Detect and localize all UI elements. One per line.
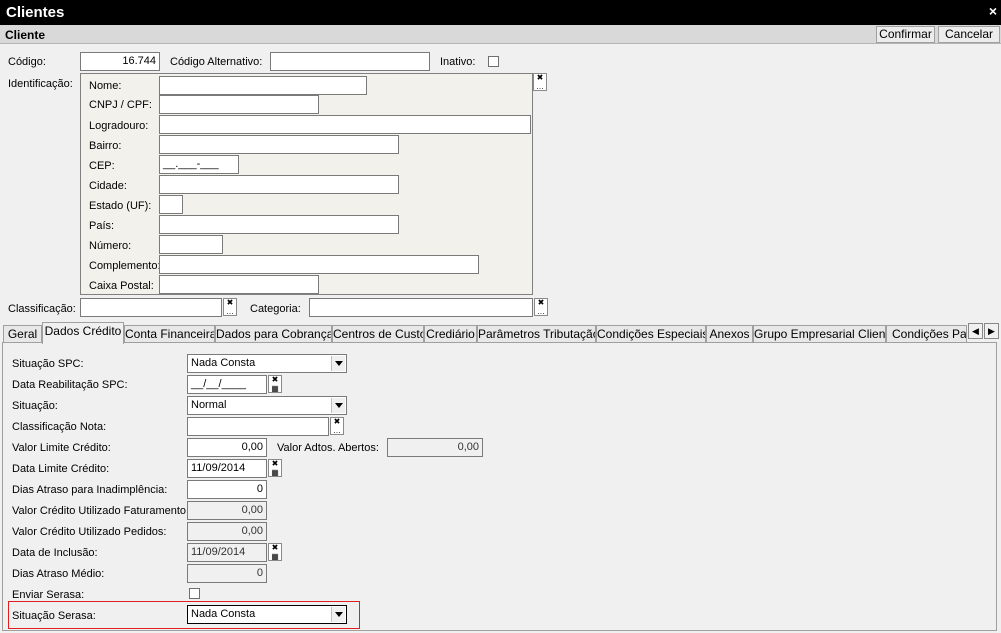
cidade-label: Cidade: bbox=[89, 180, 127, 192]
complemento-field[interactable] bbox=[159, 255, 479, 274]
pais-label: País: bbox=[89, 220, 115, 232]
tab-anexos[interactable]: Anexos bbox=[706, 325, 753, 343]
valor-limite-field[interactable]: 0,00 bbox=[187, 438, 267, 457]
situacao-spc-label: Situação SPC: bbox=[12, 358, 84, 370]
data-inclusao-field: 11/09/2014 bbox=[187, 543, 267, 562]
nome-label: Nome: bbox=[89, 80, 122, 92]
dias-atraso-medio-label: Dias Atraso Médio: bbox=[12, 568, 105, 580]
cidade-field[interactable] bbox=[159, 175, 399, 194]
valor-ped-label: Valor Crédito Utilizado Pedidos: bbox=[12, 526, 167, 538]
inativo-label: Inativo: bbox=[440, 56, 476, 68]
chevron-down-icon[interactable] bbox=[331, 607, 345, 622]
complemento-label: Complemento: bbox=[89, 260, 161, 272]
tab-strip: Geral Dados Crédito Conta Financeira Dad… bbox=[0, 322, 1001, 344]
cep-label: CEP: bbox=[89, 160, 115, 172]
bairro-field[interactable] bbox=[159, 135, 399, 154]
situacao-spc-value: Nada Consta bbox=[191, 357, 256, 369]
numero-field[interactable] bbox=[159, 235, 223, 254]
estado-field[interactable] bbox=[159, 195, 183, 214]
data-inclusao-label: Data de Inclusão: bbox=[12, 547, 98, 559]
categoria-field[interactable] bbox=[309, 298, 533, 317]
form-title: Cliente bbox=[5, 28, 46, 42]
estado-label: Estado (UF): bbox=[89, 200, 152, 212]
tab-condicoes-parc[interactable]: Condições Parc bbox=[886, 325, 967, 343]
tab-crediario[interactable]: Crediário bbox=[424, 325, 477, 343]
situacao-value: Normal bbox=[191, 399, 227, 411]
classificacao-field[interactable] bbox=[80, 298, 222, 317]
caixa-postal-label: Caixa Postal: bbox=[89, 280, 154, 292]
cancel-button[interactable]: Cancelar bbox=[938, 26, 1000, 43]
tab-dados-cobranca[interactable]: Dados para Cobrança bbox=[215, 325, 332, 343]
close-icon[interactable]: × bbox=[989, 3, 997, 19]
tab-geral[interactable]: Geral bbox=[3, 325, 42, 343]
window-title: Clientes bbox=[6, 4, 65, 21]
tab-scroll-right-icon[interactable]: ▶ bbox=[984, 323, 999, 339]
chevron-down-icon[interactable] bbox=[331, 356, 345, 371]
valor-limite-label: Valor Limite Crédito: bbox=[12, 442, 111, 454]
situacao-label: Situação: bbox=[12, 400, 58, 412]
class-nota-label: Classificação Nota: bbox=[12, 421, 107, 433]
tab-grupo-empresarial[interactable]: Grupo Empresarial Cliente bbox=[753, 325, 886, 343]
categoria-lookup-button[interactable]: ✖… bbox=[534, 298, 548, 316]
valor-adtos-label: Valor Adtos. Abertos: bbox=[277, 442, 379, 454]
data-limite-field[interactable]: 11/09/2014 bbox=[187, 459, 267, 478]
tab-conta-financeira[interactable]: Conta Financeira bbox=[124, 325, 215, 343]
cnpj-field[interactable] bbox=[159, 95, 319, 114]
data-reab-label: Data Reabilitação SPC: bbox=[12, 379, 128, 391]
codigo-alt-field[interactable] bbox=[270, 52, 430, 71]
numero-label: Número: bbox=[89, 240, 132, 252]
class-nota-lookup-button[interactable]: ✖… bbox=[330, 417, 344, 435]
enviar-serasa-checkbox[interactable] bbox=[189, 588, 200, 599]
form-header: Cliente Confirmar Cancelar bbox=[0, 25, 1001, 44]
enviar-serasa-label: Enviar Serasa: bbox=[12, 589, 85, 601]
nome-field[interactable] bbox=[159, 76, 367, 95]
valor-ped-field: 0,00 bbox=[187, 522, 267, 541]
logradouro-label: Logradouro: bbox=[89, 120, 149, 132]
valor-adtos-field: 0,00 bbox=[387, 438, 483, 457]
chevron-down-icon[interactable] bbox=[331, 398, 345, 413]
tab-dados-credito[interactable]: Dados Crédito bbox=[42, 322, 124, 344]
classificacao-lookup-button[interactable]: ✖… bbox=[223, 298, 237, 316]
calendar-icon[interactable]: ✖ ▦ bbox=[268, 375, 282, 393]
data-limite-label: Data Limite Crédito: bbox=[12, 463, 110, 475]
identificacao-label: Identificação: bbox=[8, 78, 73, 90]
caixa-postal-field[interactable] bbox=[159, 275, 319, 294]
situacao-select[interactable]: Normal bbox=[187, 396, 347, 415]
calendar-icon[interactable]: ✖ ▦ bbox=[268, 459, 282, 477]
situacao-serasa-select[interactable]: Nada Consta bbox=[187, 605, 347, 624]
classificacao-label: Classificação: bbox=[8, 303, 76, 315]
situacao-serasa-label: Situação Serasa: bbox=[12, 610, 96, 622]
bairro-label: Bairro: bbox=[89, 140, 122, 152]
data-reab-field[interactable]: __/__/____ bbox=[187, 375, 267, 394]
tab-centros-custo[interactable]: Centros de Custo bbox=[332, 325, 424, 343]
codigo-label: Código: bbox=[8, 56, 46, 68]
situacao-spc-select[interactable]: Nada Consta bbox=[187, 354, 347, 373]
cnpj-label: CNPJ / CPF: bbox=[89, 99, 152, 111]
codigo-field[interactable]: 16.744 bbox=[80, 52, 160, 71]
categoria-label: Categoria: bbox=[250, 303, 301, 315]
dias-atraso-inad-label: Dias Atraso para Inadimplência: bbox=[12, 484, 168, 496]
valor-fat-field: 0,00 bbox=[187, 501, 267, 520]
calendar-icon[interactable]: ✖ ▦ bbox=[268, 543, 282, 561]
class-nota-field[interactable] bbox=[187, 417, 329, 436]
inativo-checkbox[interactable] bbox=[488, 56, 499, 67]
situacao-serasa-value: Nada Consta bbox=[191, 608, 256, 620]
tab-scroll-left-icon[interactable]: ◀ bbox=[968, 323, 983, 339]
codigo-alt-label: Código Alternativo: bbox=[170, 56, 263, 68]
logradouro-field[interactable] bbox=[159, 115, 531, 134]
tab-condicoes-especiais[interactable]: Condições Especiais bbox=[596, 325, 706, 343]
cep-field[interactable]: __.___-___ bbox=[159, 155, 239, 174]
confirm-button[interactable]: Confirmar bbox=[876, 26, 935, 43]
valor-fat-label: Valor Crédito Utilizado Faturamento: bbox=[12, 505, 190, 517]
window-titlebar: Clientes × bbox=[0, 0, 1001, 25]
tab-parametros-tributacao[interactable]: Parâmetros Tributação bbox=[477, 325, 596, 343]
dias-atraso-medio-field: 0 bbox=[187, 564, 267, 583]
identificacao-clear-lookup-button[interactable]: ✖… bbox=[533, 73, 547, 91]
pais-field[interactable] bbox=[159, 215, 399, 234]
dias-atraso-inad-field[interactable]: 0 bbox=[187, 480, 267, 499]
